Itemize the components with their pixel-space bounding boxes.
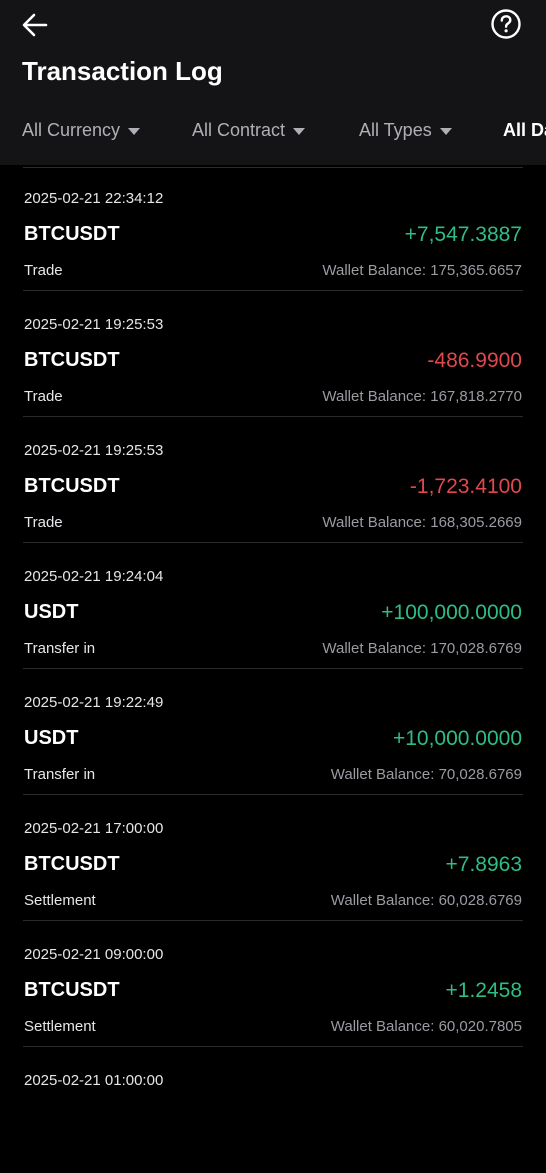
transaction-row[interactable]: 2025-02-21 22:34:12 BTCUSDT +7,547.3887 …	[0, 165, 546, 291]
wallet-balance-label: Wallet Balance:	[322, 514, 431, 531]
transaction-row[interactable]: 2025-02-21 17:00:00 BTCUSDT +7.8963 Sett…	[0, 795, 546, 921]
transaction-symbol: BTCUSDT	[24, 979, 120, 1001]
transaction-type: Trade	[24, 514, 63, 531]
caret-down-icon	[128, 128, 141, 135]
wallet-balance-label: Wallet Balance:	[322, 262, 431, 279]
transaction-row[interactable]: 2025-02-21 19:25:53 BTCUSDT -486.9900 Tr…	[0, 291, 546, 417]
wallet-balance-label: Wallet Balance:	[330, 892, 439, 909]
transaction-time: 2025-02-21 19:24:04	[24, 568, 164, 585]
transaction-time: 2025-02-21 17:00:00	[24, 820, 164, 837]
transaction-type: Transfer in	[24, 766, 96, 783]
transaction-symbol: BTCUSDT	[24, 853, 120, 875]
filter-label: All Currency	[22, 120, 121, 140]
wallet-balance-label: Wallet Balance:	[330, 1018, 439, 1035]
transaction-time: 2025-02-21 09:00:00	[24, 946, 164, 963]
wallet-balance-label: Wallet Balance:	[322, 388, 431, 405]
wallet-balance: Wallet Balance: 60,020.7805	[331, 1018, 522, 1035]
wallet-balance-value: 168,305.2669	[430, 514, 522, 531]
transaction-amount: -486.9900	[427, 349, 522, 372]
wallet-balance: Wallet Balance: 170,028.6769	[322, 640, 522, 657]
transaction-time: 2025-02-21 01:00:00	[24, 1072, 164, 1089]
help-circle-icon	[491, 9, 521, 39]
wallet-balance-value: 60,028.6769	[438, 892, 522, 909]
wallet-balance-label: Wallet Balance:	[322, 640, 431, 657]
filter-currency[interactable]: All Currency	[22, 120, 141, 141]
filter-date[interactable]: All Date	[503, 120, 546, 141]
transaction-time: 2025-02-21 19:22:49	[24, 694, 164, 711]
transaction-amount: +100,000.0000	[381, 601, 522, 624]
transaction-type: Trade	[24, 262, 63, 279]
transaction-symbol: BTCUSDT	[24, 475, 120, 497]
wallet-balance-value: 170,028.6769	[430, 640, 522, 657]
wallet-balance: Wallet Balance: 167,818.2770	[322, 388, 522, 405]
transaction-row[interactable]: 2025-02-21 09:00:00 BTCUSDT +1.2458 Sett…	[0, 921, 546, 1047]
transaction-time: 2025-02-21 19:25:53	[24, 316, 164, 333]
app-header: Transaction Log All Currency All Contrac…	[0, 0, 546, 165]
transaction-type: Settlement	[24, 1018, 96, 1035]
wallet-balance: Wallet Balance: 60,028.6769	[331, 892, 522, 909]
wallet-balance-value: 175,365.6657	[430, 262, 522, 279]
filter-types[interactable]: All Types	[359, 120, 452, 141]
caret-down-icon	[439, 128, 452, 135]
page-title: Transaction Log	[22, 56, 223, 86]
filter-label: All Contract	[192, 120, 286, 140]
filter-contract[interactable]: All Contract	[192, 120, 306, 141]
transaction-symbol: USDT	[24, 601, 79, 623]
transaction-row[interactable]: 2025-02-21 19:22:49 USDT +10,000.0000 Tr…	[0, 669, 546, 795]
arrow-left-icon	[22, 13, 48, 37]
transaction-symbol: BTCUSDT	[24, 223, 120, 245]
filter-bar: All Currency All Contract All Types All …	[0, 110, 546, 156]
transaction-type: Settlement	[24, 892, 96, 909]
back-button[interactable]	[18, 8, 52, 42]
transaction-amount: +1.2458	[445, 979, 523, 1002]
transaction-amount: -1,723.4100	[409, 475, 522, 498]
transaction-row[interactable]: 2025-02-21 01:00:00	[0, 1047, 546, 1173]
wallet-balance-value: 167,818.2770	[430, 388, 522, 405]
wallet-balance: Wallet Balance: 70,028.6769	[331, 766, 522, 783]
wallet-balance: Wallet Balance: 168,305.2669	[322, 514, 522, 531]
transaction-symbol: BTCUSDT	[24, 349, 120, 371]
transaction-time: 2025-02-21 19:25:53	[24, 442, 164, 459]
wallet-balance-label: Wallet Balance:	[330, 766, 439, 783]
transaction-type: Transfer in	[24, 640, 96, 657]
transaction-time: 2025-02-21 22:34:12	[24, 190, 164, 207]
transaction-type: Trade	[24, 388, 63, 405]
transaction-symbol: USDT	[24, 727, 79, 749]
transaction-row[interactable]: 2025-02-21 19:24:04 USDT +100,000.0000 T…	[0, 543, 546, 669]
caret-down-icon	[293, 128, 306, 135]
transaction-row[interactable]: 2025-02-21 19:25:53 BTCUSDT -1,723.4100 …	[0, 417, 546, 543]
help-button[interactable]	[489, 7, 523, 41]
filter-label: All Date	[503, 120, 546, 140]
filter-label: All Types	[359, 120, 432, 140]
transaction-amount: +7.8963	[445, 853, 523, 876]
transaction-amount: +10,000.0000	[392, 727, 522, 750]
wallet-balance-value: 60,020.7805	[438, 1018, 522, 1035]
wallet-balance: Wallet Balance: 175,365.6657	[322, 262, 522, 279]
wallet-balance-value: 70,028.6769	[438, 766, 522, 783]
transaction-amount: +7,547.3887	[404, 223, 522, 246]
